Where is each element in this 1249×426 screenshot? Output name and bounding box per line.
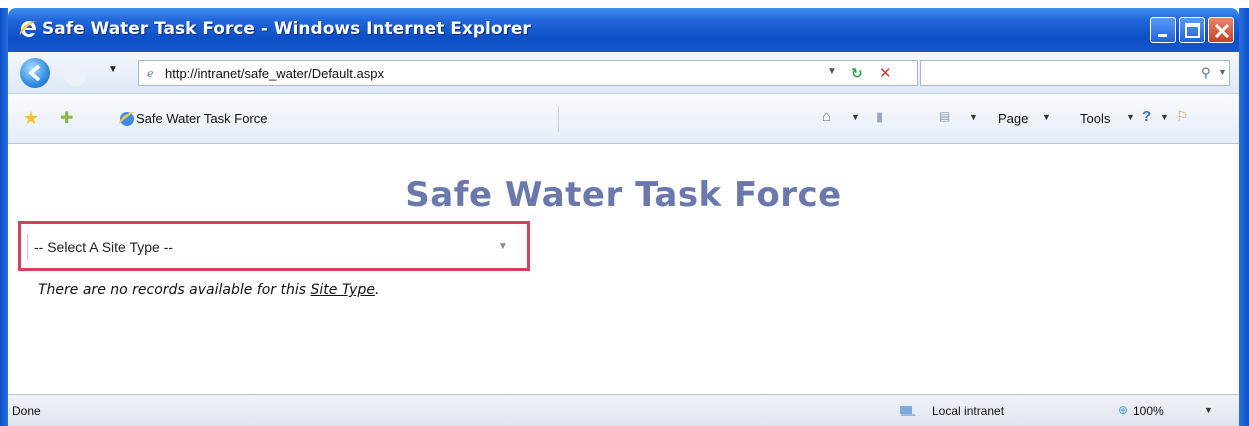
page-dropdown-icon[interactable]: ▼ [1042,112,1051,122]
tools-dropdown-icon[interactable]: ▼ [1126,112,1135,122]
site-type-selected-value[interactable]: -- Select A Site Type -- [34,239,173,255]
search-dropdown-icon[interactable]: ▼ [1218,67,1227,77]
help-icon[interactable]: ? [1142,108,1151,125]
forward-button[interactable] [64,64,86,86]
research-icon[interactable]: ⚐ [1176,108,1189,125]
back-button[interactable] [20,58,50,88]
tab-settings[interactable]: Safe Water Task Force [136,111,268,126]
home-icon[interactable]: ⌂ [822,108,831,125]
print-dropdown-icon[interactable]: ▼ [969,112,978,122]
title-bar[interactable]: Safe Water Task Force - Windows Internet… [8,8,1239,52]
search-icon[interactable]: ⚲ [1201,65,1211,81]
command-bar: ★ ✚ Safe Water Task Force ⌂ ▼ ▮ ▤ ▼ Page… [8,94,1239,144]
navigation-bar: ▼ ℯ http://intranet/safe_water/Default.a… [8,52,1239,94]
browser-window: Safe Water Task Force - Windows Internet… [0,0,1249,426]
print-icon[interactable]: ▤ [939,109,950,123]
zoom-dropdown-icon[interactable]: ▼ [1204,405,1213,415]
page-menu[interactable]: Page [998,111,1028,126]
minimize-button[interactable] [1150,17,1176,43]
star-icon[interactable]: ★ [23,108,39,129]
address-field[interactable]: ℯ http://intranet/safe_water/Default.asp… [138,60,918,86]
no-records-message: There are no records available for this … [38,282,379,298]
page-title: Safe Water Task Force [405,175,842,215]
page-icon: ℯ [147,68,154,80]
ie-logo-icon [19,21,36,37]
tools-menu[interactable]: Tools [1080,111,1110,126]
close-button[interactable] [1208,17,1234,43]
zoom-icon[interactable]: ⊕ [1118,403,1128,417]
maximize-icon [1185,23,1200,38]
maximize-button[interactable] [1179,17,1205,43]
stop-icon[interactable]: ✕ [879,64,892,82]
chevron-down-icon[interactable]: ▼ [498,241,508,252]
window-frame-right [1239,8,1249,426]
feeds-icon[interactable]: ▮ [876,109,883,125]
status-bar: Done Local intranet ⊕ 100% ▼ [8,394,1239,426]
page-content: Safe Water Task Force -- Select A Site T… [8,145,1239,395]
no-records-text: There are no records available for this [38,282,311,298]
security-zone-label[interactable]: Local intranet [932,404,1004,418]
window-title: Safe Water Task Force - Windows Internet… [42,19,531,39]
intranet-zone-icon [900,406,916,416]
add-favorite-icon[interactable]: ✚ [60,108,73,128]
address-url[interactable]: http://intranet/safe_water/Default.aspx [165,66,384,81]
back-arrow-icon [28,64,41,82]
status-text: Done [12,404,41,418]
no-records-suffix: . [374,282,380,298]
tab-ie-icon [119,112,134,126]
help-dropdown-icon[interactable]: ▼ [1160,112,1169,122]
site-type-select[interactable]: -- Select A Site Type -- ▼ [27,234,519,260]
site-type-select-highlight: -- Select A Site Type -- ▼ [18,221,530,271]
recent-pages-dropdown-icon[interactable]: ▼ [108,64,118,75]
window-frame-left [0,8,8,426]
close-icon [1214,23,1230,39]
minimize-icon [1158,34,1167,37]
tab-divider [558,106,559,132]
zoom-level[interactable]: 100% [1133,404,1164,418]
home-dropdown-icon[interactable]: ▼ [851,112,860,122]
address-dropdown-icon[interactable]: ▼ [827,66,837,77]
refresh-icon[interactable]: ↻ [851,65,863,82]
site-type-link[interactable]: Site Type [311,282,375,298]
search-input[interactable]: ⚲ ▼ [920,60,1230,86]
